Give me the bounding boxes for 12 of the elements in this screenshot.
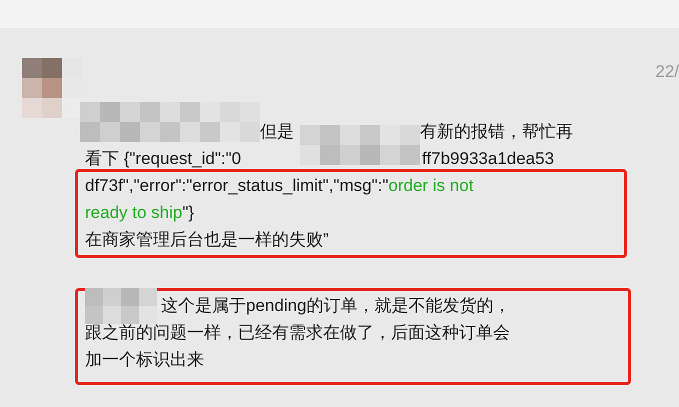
message-text: 跟之前的问题一样，已经有需求在做了，后面这种订单会 (85, 322, 511, 344)
message-text: 看下 {"request_id":"0 (85, 148, 242, 170)
message-text: 但是 (260, 121, 294, 143)
message-text: 在商家管理后台也是一样的失败” (85, 229, 330, 251)
message-text: 这个是属于pending的订单，就是不能发货的， (161, 295, 511, 317)
message-text: ready to ship"} (85, 202, 196, 224)
message-text: 加一个标识出来 (85, 349, 205, 371)
message-text: 有新的报错，帮忙再 (420, 121, 573, 143)
message-text: df73f","error":"error_status_limit","msg":"order is not (85, 175, 474, 197)
message-text: ff7b9933a1dea53 (422, 148, 554, 170)
pixelated-name (85, 288, 157, 324)
message-timestamp: 22/ (655, 61, 679, 83)
